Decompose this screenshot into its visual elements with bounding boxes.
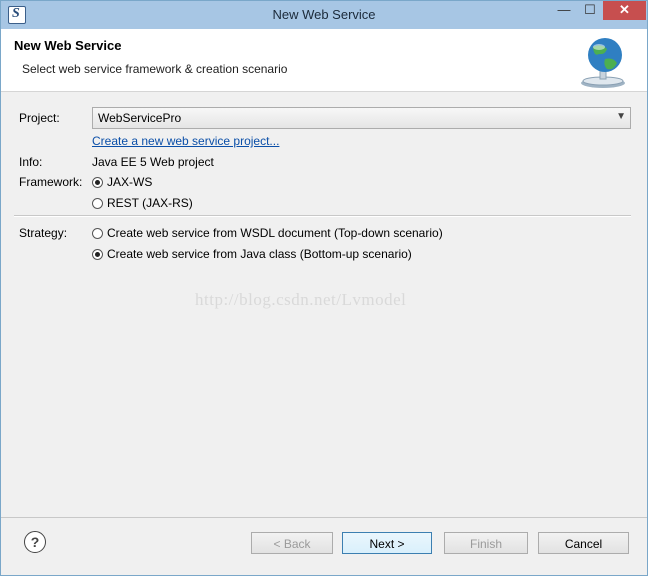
info-label: Info: [19, 155, 43, 169]
framework-option-label: REST (JAX-RS) [107, 196, 193, 210]
maximize-button[interactable]: ☐ [577, 1, 603, 20]
title-bar[interactable]: S New Web Service — ☐ ✕ [1, 1, 647, 29]
project-label: Project: [19, 111, 60, 125]
strategy-option-label: Create web service from WSDL document (T… [107, 226, 443, 240]
strategy-option-label: Create web service from Java class (Bott… [107, 247, 412, 261]
project-value: WebServicePro [98, 111, 182, 125]
close-button[interactable]: ✕ [603, 1, 646, 20]
framework-option-label: JAX-WS [107, 175, 153, 189]
framework-jaxws-radio[interactable]: JAX-WS [92, 175, 152, 189]
info-value: Java EE 5 Web project [92, 155, 214, 169]
framework-rest-radio[interactable]: REST (JAX-RS) [92, 196, 193, 210]
cancel-button[interactable]: Cancel [538, 532, 629, 554]
create-project-link[interactable]: Create a new web service project... [92, 134, 279, 148]
radio-unselected-icon [92, 227, 103, 239]
radio-unselected-icon [92, 197, 103, 209]
strategy-bottomup-radio[interactable]: Create web service from Java class (Bott… [92, 247, 412, 261]
wizard-content: Project: WebServicePro ▼ Create a new we… [1, 92, 647, 512]
radio-selected-icon [92, 248, 103, 260]
maximize-icon: ☐ [584, 2, 596, 17]
framework-label: Framework: [19, 175, 83, 189]
wizard-header: New Web Service Select web service frame… [1, 29, 647, 92]
footer-separator [1, 517, 647, 518]
wizard-subtitle: Select web service framework & creation … [22, 62, 288, 76]
close-icon: ✕ [619, 2, 630, 17]
help-icon[interactable]: ? [24, 531, 46, 553]
strategy-label: Strategy: [19, 226, 68, 240]
chevron-down-icon: ▼ [616, 111, 626, 122]
globe-icon [581, 38, 625, 88]
finish-button[interactable]: Finish [444, 532, 528, 554]
wizard-title: New Web Service [14, 38, 122, 53]
separator [14, 215, 631, 217]
radio-selected-icon [92, 176, 103, 188]
strategy-topdown-radio[interactable]: Create web service from WSDL document (T… [92, 226, 443, 240]
back-button[interactable]: < Back [251, 532, 333, 554]
new-web-service-dialog: S New Web Service — ☐ ✕ New Web Service … [0, 0, 648, 576]
minimize-icon: — [557, 2, 571, 17]
next-button[interactable]: Next > [342, 532, 432, 554]
minimize-button[interactable]: — [551, 1, 577, 20]
project-combo[interactable]: WebServicePro ▼ [92, 107, 631, 129]
watermark-text: http://blog.csdn.net/Lvmodel [195, 290, 407, 309]
